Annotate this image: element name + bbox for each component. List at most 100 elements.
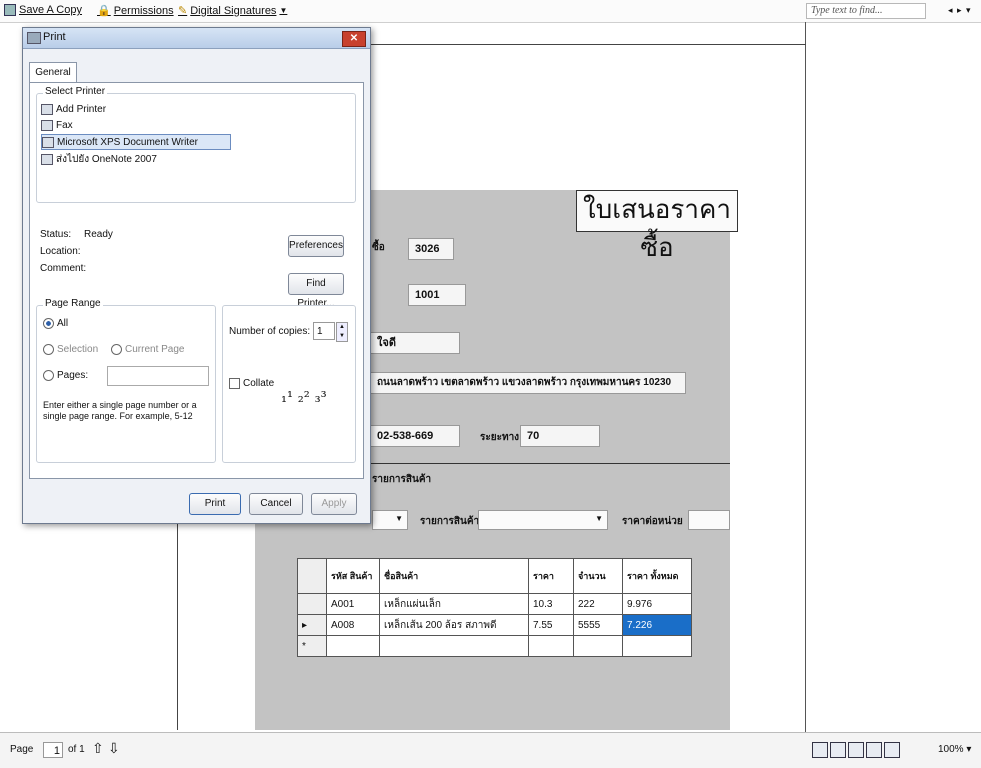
printer-icon xyxy=(42,136,54,148)
find-printer-button[interactable]: Find Printer... xyxy=(288,273,344,309)
radio-current-page[interactable]: Current Page xyxy=(111,344,184,355)
dialog-titlebar[interactable]: Print ✕ xyxy=(23,28,370,49)
continuous-facing-view-icon[interactable] xyxy=(866,742,882,758)
cancel-button[interactable]: Cancel xyxy=(249,493,303,515)
chevron-down-icon: ▾ xyxy=(966,744,972,755)
code-field[interactable]: 3026 xyxy=(408,238,454,260)
printer-onenote[interactable]: ส่งไปยัง OneNote 2007 xyxy=(41,152,157,166)
continuous-view-icon[interactable] xyxy=(830,742,846,758)
radio-icon xyxy=(43,370,54,381)
printer-icon xyxy=(27,32,41,44)
apply-button[interactable]: Apply xyxy=(311,493,357,515)
cell-price[interactable]: 10.3 xyxy=(528,593,574,615)
radio-pages[interactable]: Pages: xyxy=(43,370,88,381)
radio-all-label: All xyxy=(57,318,69,330)
section-divider xyxy=(370,463,730,464)
permissions-button[interactable]: 🔒 Permissions xyxy=(97,4,174,18)
single-page-view-icon[interactable] xyxy=(812,742,828,758)
cell-code[interactable]: A001 xyxy=(326,593,380,615)
facing-view-icon[interactable] xyxy=(848,742,864,758)
page-number-input[interactable]: 1 xyxy=(43,742,63,758)
cell-name[interactable]: เหล็กแผ่นเล็ก xyxy=(379,593,529,615)
page-border-top xyxy=(370,44,806,45)
phone-field[interactable]: 02-538-669 xyxy=(370,425,460,447)
col-header-qty[interactable]: จำนวน xyxy=(573,558,623,594)
cell-name[interactable]: เหล็กเส้น 200 ล้อร สภาพดี xyxy=(379,614,529,636)
cell-qty[interactable]: 222 xyxy=(573,593,623,615)
section-label: รายการสินค้า xyxy=(372,474,432,485)
save-copy-button[interactable]: Save A Copy xyxy=(4,4,82,16)
cell-price[interactable]: 7.55 xyxy=(528,614,574,636)
cell-code[interactable] xyxy=(326,635,380,657)
close-button[interactable]: ✕ xyxy=(342,31,366,47)
table-row[interactable]: A001 เหล็กแผ่นเล็ก 10.3 222 9.976 xyxy=(297,593,692,615)
printer-fax[interactable]: Fax xyxy=(41,118,73,132)
collate-checkbox[interactable]: Collate xyxy=(229,378,274,389)
preferences-button[interactable]: Preferences xyxy=(288,235,344,257)
col-header-name[interactable]: ชื่อสินค้า xyxy=(379,558,529,594)
printer-label: Add Printer xyxy=(56,103,107,115)
collate-pages-icon: ₁¹ ₂² ₃³ xyxy=(281,388,327,406)
sidebar-divider xyxy=(805,22,806,732)
cell-name[interactable] xyxy=(379,635,529,657)
find-input[interactable]: Type text to find... xyxy=(806,3,926,19)
pages-input[interactable] xyxy=(107,366,209,386)
tab-general[interactable]: General xyxy=(29,62,77,83)
next-page-icon[interactable]: ⇩ xyxy=(108,740,120,757)
select-printer-group: Select Printer Add Printer Fax Microsoft… xyxy=(36,86,356,203)
row-selector[interactable] xyxy=(297,593,327,615)
copies-input[interactable]: 1 xyxy=(313,322,335,340)
find-nav-arrows[interactable]: ◂ ▸ ▾ xyxy=(948,5,972,16)
lock-icon: 🔒 xyxy=(97,5,111,17)
name-field[interactable]: ใจดี xyxy=(370,332,460,354)
zoom-selector[interactable]: 100% ▾ xyxy=(938,744,971,755)
copies-group: Number of copies: 1 ▲ ▼ Collate ₁¹ ₂² ₃³ xyxy=(222,305,356,463)
new-row-marker[interactable]: * xyxy=(297,635,327,657)
printer-xps[interactable]: Microsoft XPS Document Writer xyxy=(41,134,231,150)
top-toolbar: Save A Copy 🔒 Permissions ✎ Digital Sign… xyxy=(0,0,981,23)
cell-qty[interactable]: 5555 xyxy=(573,614,623,636)
page-range-label: Page Range xyxy=(43,298,103,309)
table-row-new[interactable]: * xyxy=(297,635,692,657)
cell-total[interactable] xyxy=(622,635,692,657)
address-field[interactable]: ถนนลาดพร้าว เขตลาดพร้าว แขวงลาดพร้าว กรุ… xyxy=(370,372,686,394)
page-range-hint: Enter either a single page number or a s… xyxy=(43,400,197,421)
select-printer-label: Select Printer xyxy=(43,86,108,97)
unit-price-field[interactable] xyxy=(688,510,730,530)
radio-pages-label: Pages: xyxy=(57,370,89,382)
collate-label: Collate xyxy=(243,378,275,390)
previous-page-icon[interactable]: ⇧ xyxy=(92,740,104,757)
onenote-icon xyxy=(41,153,53,165)
print-button[interactable]: Print xyxy=(189,493,241,515)
zoom-value: 100% xyxy=(938,744,964,755)
product-combo[interactable]: ▼ xyxy=(478,510,608,530)
digital-signatures-button[interactable]: ✎ Digital Signatures ▼ xyxy=(178,4,287,18)
radio-icon xyxy=(43,318,54,329)
col-header-price[interactable]: ราคา xyxy=(528,558,574,594)
distance-label: ระยะทาง xyxy=(480,432,520,443)
status-label: Status: xyxy=(40,229,72,240)
radio-selection[interactable]: Selection xyxy=(43,344,98,355)
row-selector[interactable]: ▸ xyxy=(297,614,327,636)
fax-icon xyxy=(41,119,53,131)
cell-code[interactable]: A008 xyxy=(326,614,380,636)
thumbnail-view-icon[interactable] xyxy=(884,742,900,758)
checkbox-icon xyxy=(229,378,240,389)
radio-all[interactable]: All xyxy=(43,318,68,329)
col-header-total[interactable]: ราคา ทั้งหมด xyxy=(622,558,692,594)
radio-current-page-label: Current Page xyxy=(125,344,185,356)
copies-spinner[interactable]: ▲ ▼ xyxy=(336,322,348,342)
grid-header-row: รหัส สินค้า ชื่อสินค้า ราคา จำนวน ราคา ท… xyxy=(297,558,692,594)
cell-price[interactable] xyxy=(528,635,574,657)
category-combo[interactable]: ▼ xyxy=(372,510,408,530)
cell-total-selected[interactable]: 7.226 xyxy=(622,614,692,636)
printer-add[interactable]: Add Printer xyxy=(41,102,106,116)
cell-total[interactable]: 9.976 xyxy=(622,593,692,615)
table-row[interactable]: ▸ A008 เหล็กเส้น 200 ล้อร สภาพดี 7.55 55… xyxy=(297,614,692,636)
cell-qty[interactable] xyxy=(573,635,623,657)
product-grid[interactable]: รหัส สินค้า ชื่อสินค้า ราคา จำนวน ราคา ท… xyxy=(297,558,692,657)
id-field[interactable]: 1001 xyxy=(408,284,466,306)
col-header-code[interactable]: รหัส สินค้า xyxy=(326,558,380,594)
printer-label: Fax xyxy=(56,119,73,131)
distance-field[interactable]: 70 xyxy=(520,425,600,447)
